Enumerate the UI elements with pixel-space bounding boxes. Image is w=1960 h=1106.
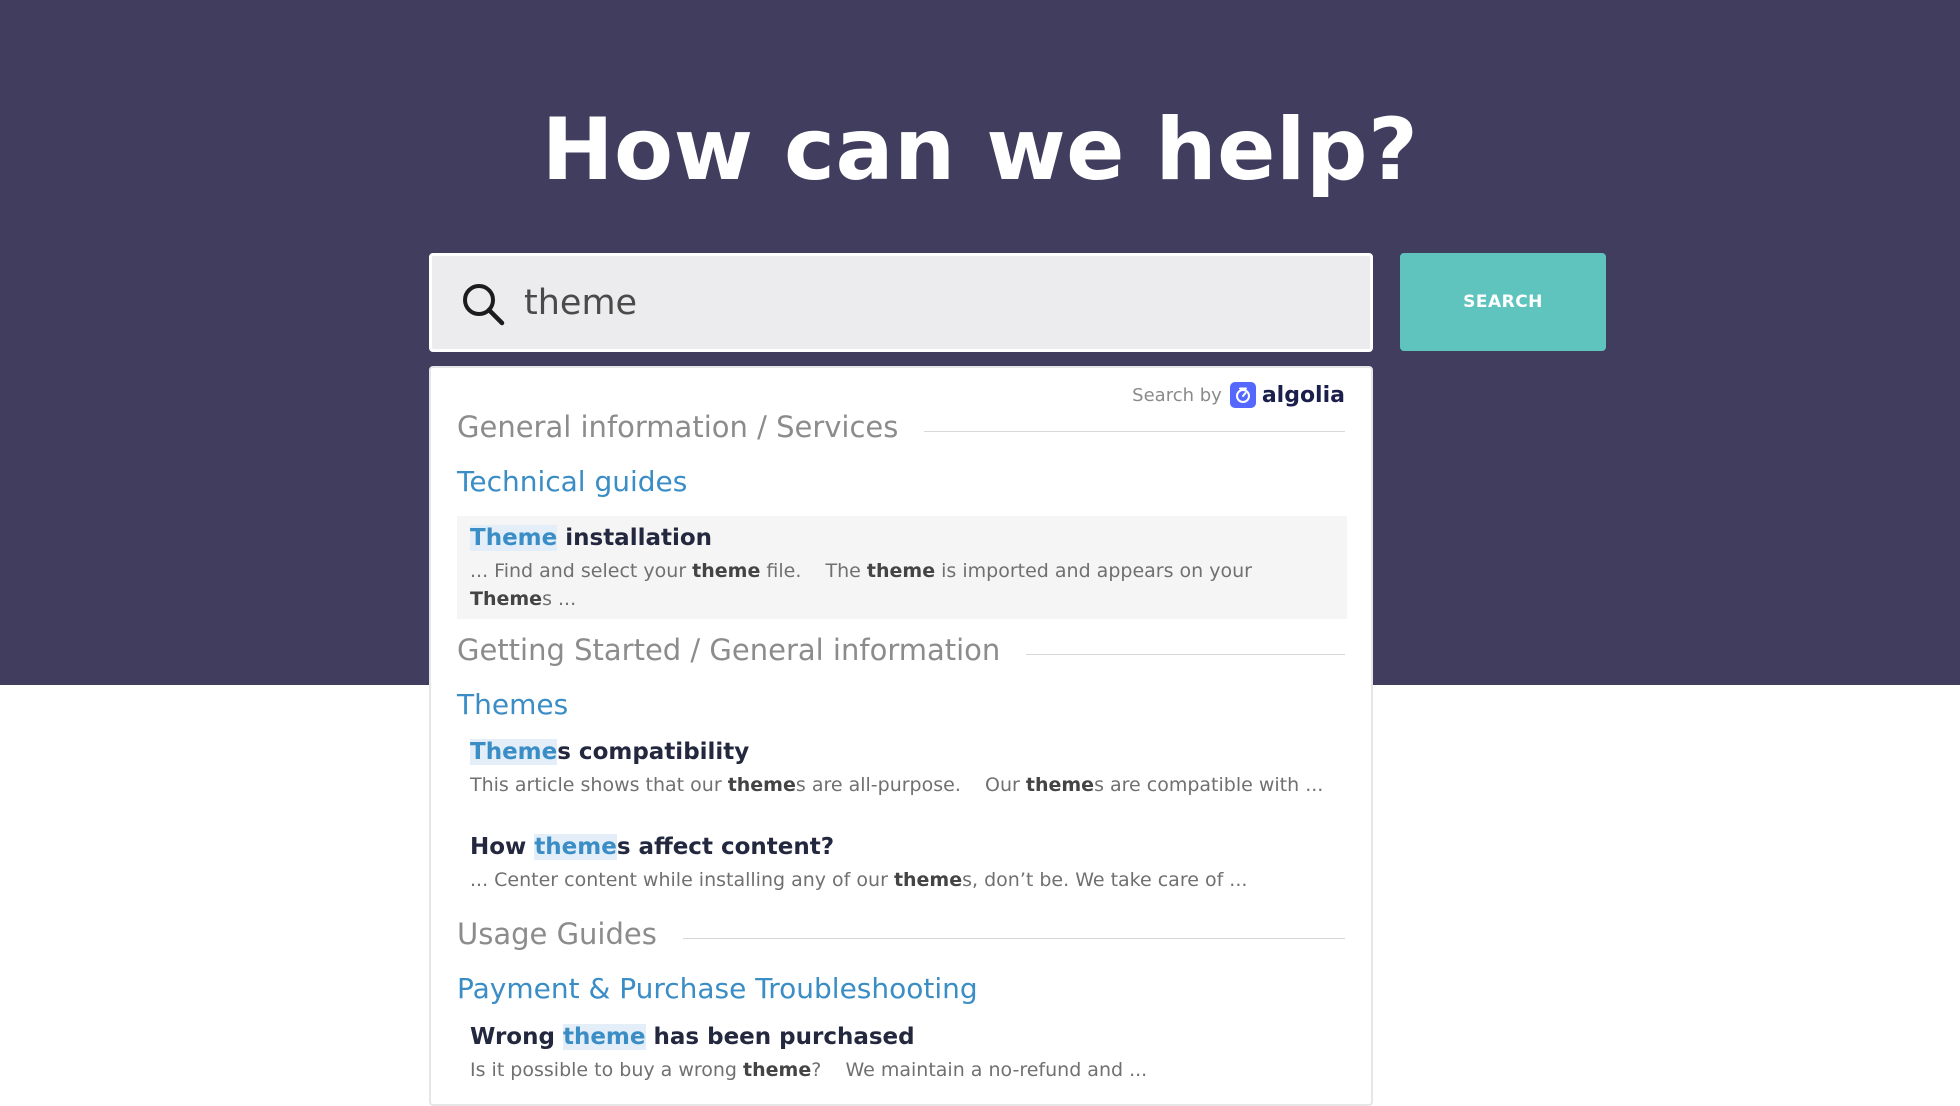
result-hit[interactable]: Wrong theme has been purchased Is it pos… <box>457 1015 1347 1090</box>
hit-title-highlight: theme <box>534 834 617 860</box>
hit-snippet-text: This article shows that our <box>470 774 728 796</box>
hit-snippet: ... Find and select your theme file. The… <box>470 557 1334 613</box>
search-results-dropdown: Search by algolia General information / … <box>429 366 1373 1106</box>
algolia-icon <box>1229 382 1256 408</box>
category-divider <box>682 937 1345 939</box>
hit-snippet-text: ... Center content while installing any … <box>470 869 894 891</box>
search-by-label: Search by <box>1132 384 1222 406</box>
hit-snippet-text: is imported and appears on your <box>935 560 1258 582</box>
hit-snippet-match: Theme <box>470 588 543 610</box>
hit-snippet: Is it possible to buy a wrong theme? We … <box>470 1056 1334 1084</box>
hit-title-highlight: Theme <box>470 525 558 551</box>
hit-snippet-text: ? We maintain a no-refund and ... <box>811 1059 1148 1081</box>
hit-snippet-text: s ... <box>542 588 577 610</box>
hit-snippet-match: theme <box>1025 774 1095 796</box>
search-by-algolia[interactable]: Search by algolia <box>1132 382 1345 408</box>
hit-snippet-text: s are all-purpose. Our <box>795 774 1026 796</box>
result-subcategory[interactable]: Themes <box>457 688 568 721</box>
category-label: Usage Guides <box>457 917 657 951</box>
hit-snippet-text: s are compatible with ... <box>1094 774 1324 796</box>
hit-title: Themes compatibility <box>470 736 1334 768</box>
hit-title-highlight: theme <box>562 1024 646 1050</box>
hit-title-text: s affect content? <box>616 834 835 860</box>
result-subcategory[interactable]: Payment & Purchase Troubleshooting <box>457 972 978 1005</box>
result-category: General information / Services <box>457 410 1345 444</box>
hit-title-text: Wrong <box>470 1024 563 1050</box>
hit-snippet-match: theme <box>743 1059 812 1081</box>
hit-title-text: has been purchased <box>645 1024 915 1050</box>
search-box[interactable] <box>429 253 1373 352</box>
hit-snippet-text: file. The <box>760 560 867 582</box>
hit-title: How themes affect content? <box>470 831 1334 863</box>
hit-title-text: How <box>470 834 535 860</box>
hit-title-text: s compatibility <box>557 739 750 765</box>
hit-snippet: ... Center content while installing any … <box>470 866 1334 894</box>
result-subcategory[interactable]: Technical guides <box>457 465 687 498</box>
result-category: Getting Started / General information <box>457 633 1345 667</box>
hit-snippet-match: theme <box>692 560 761 582</box>
hit-title-highlight: Theme <box>470 739 558 765</box>
result-hit[interactable]: Theme installation ... Find and select y… <box>457 516 1347 619</box>
category-label: General information / Services <box>457 410 899 444</box>
search-input[interactable] <box>524 256 1344 349</box>
hit-snippet-text: s, don’t be. We take care of ... <box>962 869 1248 891</box>
category-label: Getting Started / General information <box>457 633 1001 667</box>
hit-title-text: installation <box>557 525 713 551</box>
hit-title: Theme installation <box>470 522 1334 554</box>
result-category: Usage Guides <box>457 917 1345 951</box>
page-title: How can we help? <box>541 100 1419 200</box>
result-hit[interactable]: Themes compatibility This article shows … <box>457 730 1347 805</box>
category-divider <box>1026 653 1345 655</box>
algolia-brand: algolia <box>1261 382 1345 408</box>
hit-snippet-match: theme <box>893 869 963 891</box>
hit-snippet-match: theme <box>727 774 796 796</box>
search-button[interactable]: SEARCH <box>1400 253 1606 351</box>
hit-title: Wrong theme has been purchased <box>470 1021 1334 1053</box>
hit-snippet-match: theme <box>866 560 936 582</box>
hit-snippet: This article shows that our themes are a… <box>470 771 1334 799</box>
search-icon <box>460 281 506 327</box>
hit-snippet-text: ... Find and select your <box>470 560 693 582</box>
result-hit[interactable]: How themes affect content? ... Center co… <box>457 825 1347 900</box>
category-divider <box>924 430 1345 432</box>
hit-snippet-text: Is it possible to buy a wrong <box>470 1059 744 1081</box>
